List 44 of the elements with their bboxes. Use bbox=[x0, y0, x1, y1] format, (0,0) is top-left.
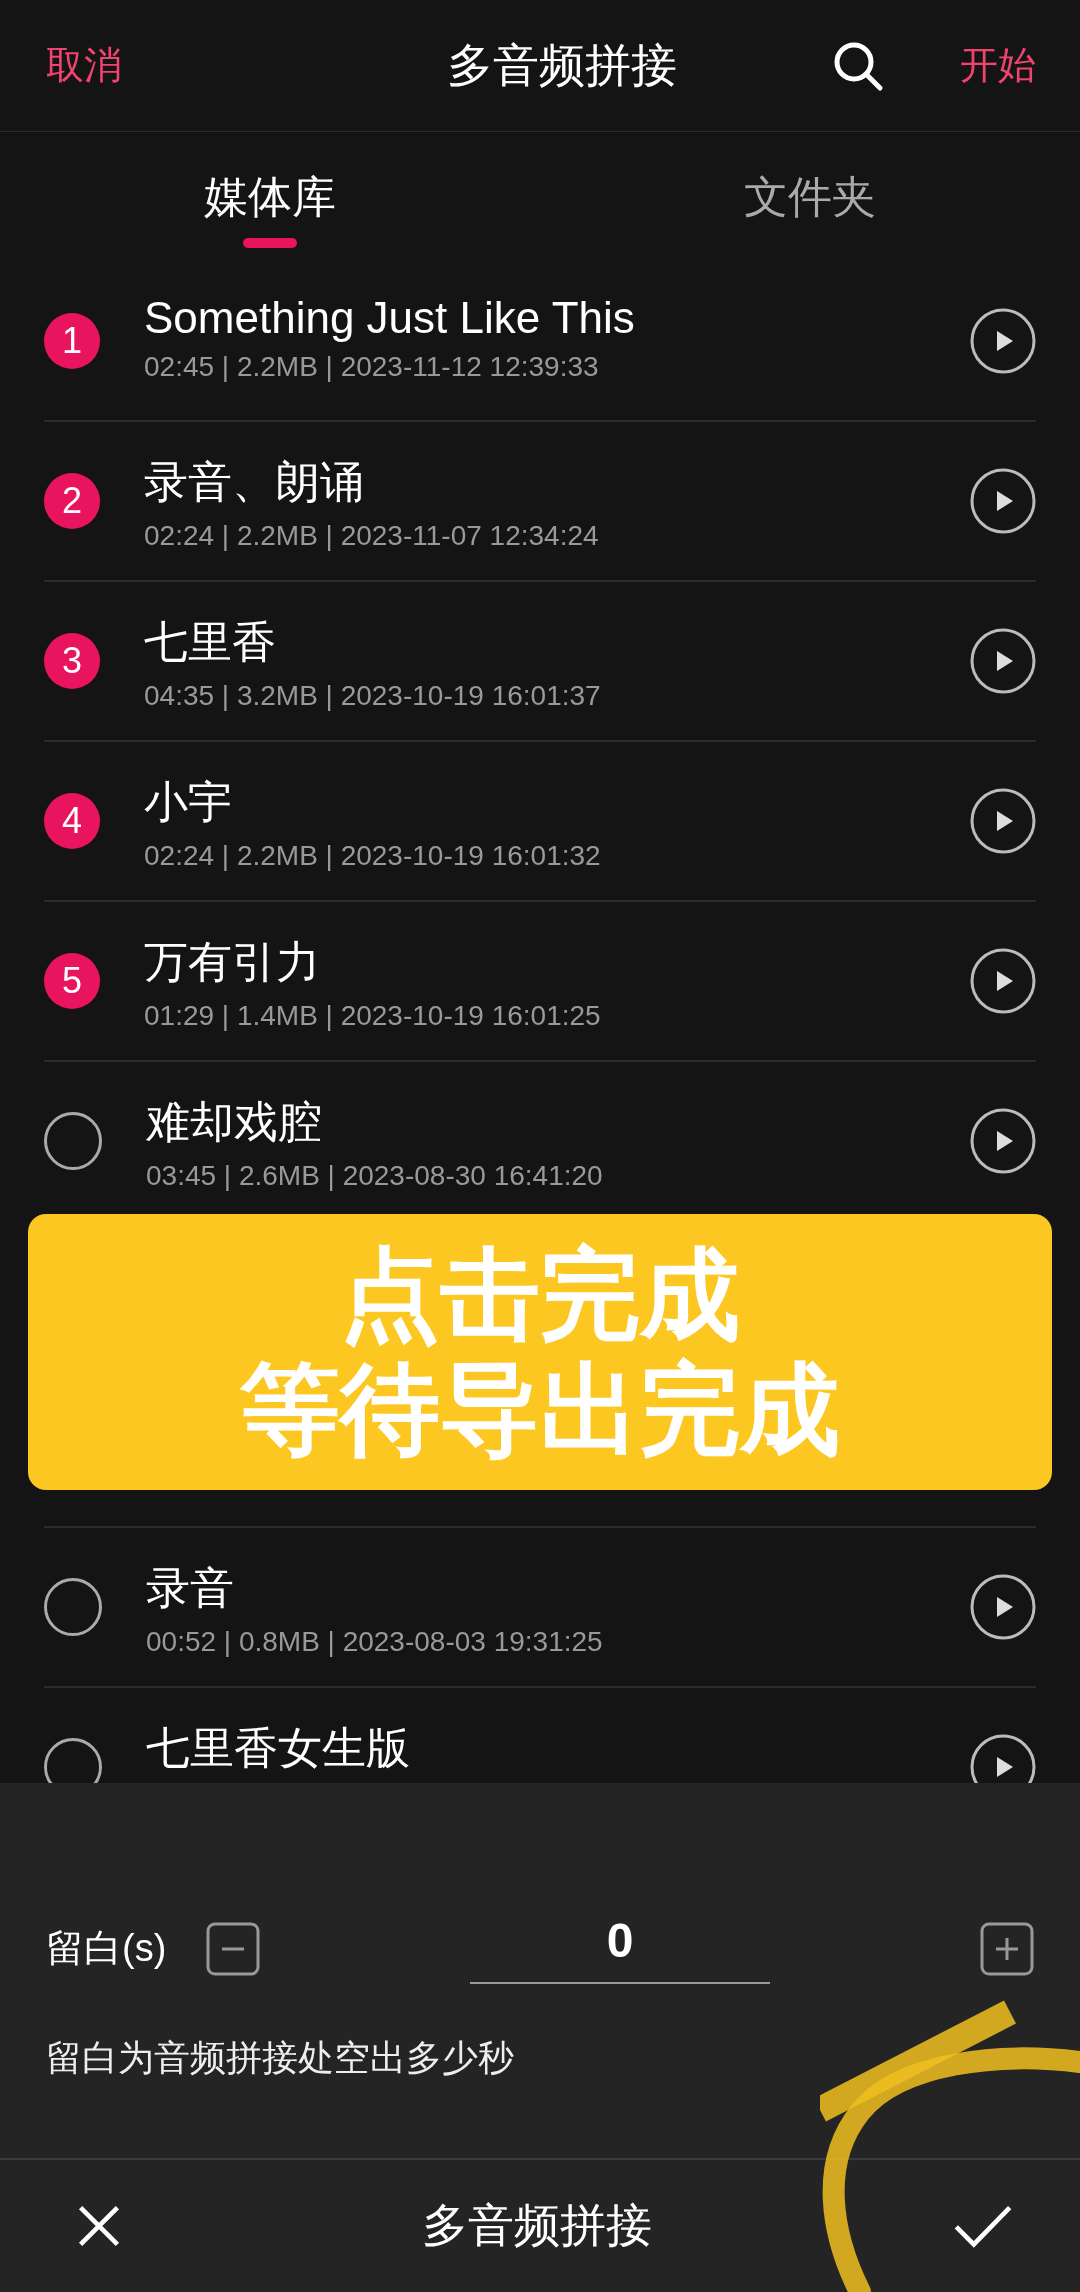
caption-banner: 点击完成 等待导出完成 bbox=[28, 1214, 1052, 1490]
play-icon[interactable] bbox=[970, 1108, 1036, 1174]
play-icon[interactable] bbox=[970, 948, 1036, 1014]
track-title: 录音、朗诵 bbox=[144, 456, 365, 508]
selection-number[interactable]: 5 bbox=[44, 953, 100, 1009]
plus-icon[interactable] bbox=[980, 1921, 1034, 1976]
track-details: 00:52 | 0.8MB | 2023-08-03 19:31:25 bbox=[146, 1626, 604, 1658]
track-title: 难却戏腔 bbox=[146, 1096, 323, 1148]
minus-icon[interactable] bbox=[206, 1921, 261, 1976]
track-details: 04:35 | 3.2MB | 2023-10-19 16:01:37 bbox=[144, 680, 602, 712]
selection-circle[interactable] bbox=[44, 1578, 102, 1636]
selection-circle[interactable] bbox=[44, 1112, 102, 1170]
selection-number[interactable]: 2 bbox=[44, 473, 100, 529]
bottom-title: 多音频拼接 bbox=[421, 2198, 653, 2253]
track-title: Something Just Like This bbox=[144, 293, 636, 343]
close-icon[interactable] bbox=[76, 2203, 122, 2249]
track-title: 万有引力 bbox=[144, 936, 321, 988]
track-details: 01:29 | 1.4MB | 2023-10-19 16:01:25 bbox=[144, 1000, 602, 1032]
gap-hint: 留白为音频拼接处空出多少秒 bbox=[46, 2036, 515, 2080]
page-title: 多音频拼接 bbox=[446, 37, 678, 93]
play-icon[interactable] bbox=[970, 468, 1036, 534]
track-details: 02:24 | 2.2MB | 2023-10-19 16:01:32 bbox=[144, 840, 602, 872]
play-icon[interactable] bbox=[970, 628, 1036, 694]
play-icon[interactable] bbox=[970, 308, 1036, 374]
tab[interactable]: 媒体库 bbox=[0, 132, 540, 262]
cancel-button[interactable]: 取消 bbox=[46, 40, 122, 91]
gap-label: 留白(s) bbox=[46, 1926, 167, 1971]
selection-number[interactable]: 1 bbox=[44, 313, 100, 369]
track-title: 七里香 bbox=[144, 616, 277, 668]
gap-input-field[interactable]: 0 bbox=[470, 1913, 771, 1984]
play-icon[interactable] bbox=[970, 1734, 1036, 1783]
track-details: 02:45 | 2.2MB | 2023-11-12 12:39:33 bbox=[144, 351, 600, 383]
track-title: 小宇 bbox=[144, 776, 233, 828]
check-icon[interactable] bbox=[952, 2203, 1014, 2249]
track-title: 录音 bbox=[146, 1562, 235, 1614]
play-icon[interactable] bbox=[970, 788, 1036, 854]
selection-number[interactable]: 4 bbox=[44, 793, 100, 849]
track-title: 七里香女生版 bbox=[146, 1722, 411, 1774]
play-icon[interactable] bbox=[970, 1574, 1036, 1640]
tab[interactable]: 文件夹 bbox=[540, 132, 1080, 262]
track-details: 02:24 | 2.2MB | 2023-11-07 12:34:24 bbox=[144, 520, 600, 552]
track-details: 03:45 | 2.6MB | 2023-08-30 16:41:20 bbox=[146, 1160, 604, 1192]
selection-number[interactable]: 3 bbox=[44, 633, 100, 689]
start-button[interactable]: 开始 bbox=[960, 40, 1036, 91]
